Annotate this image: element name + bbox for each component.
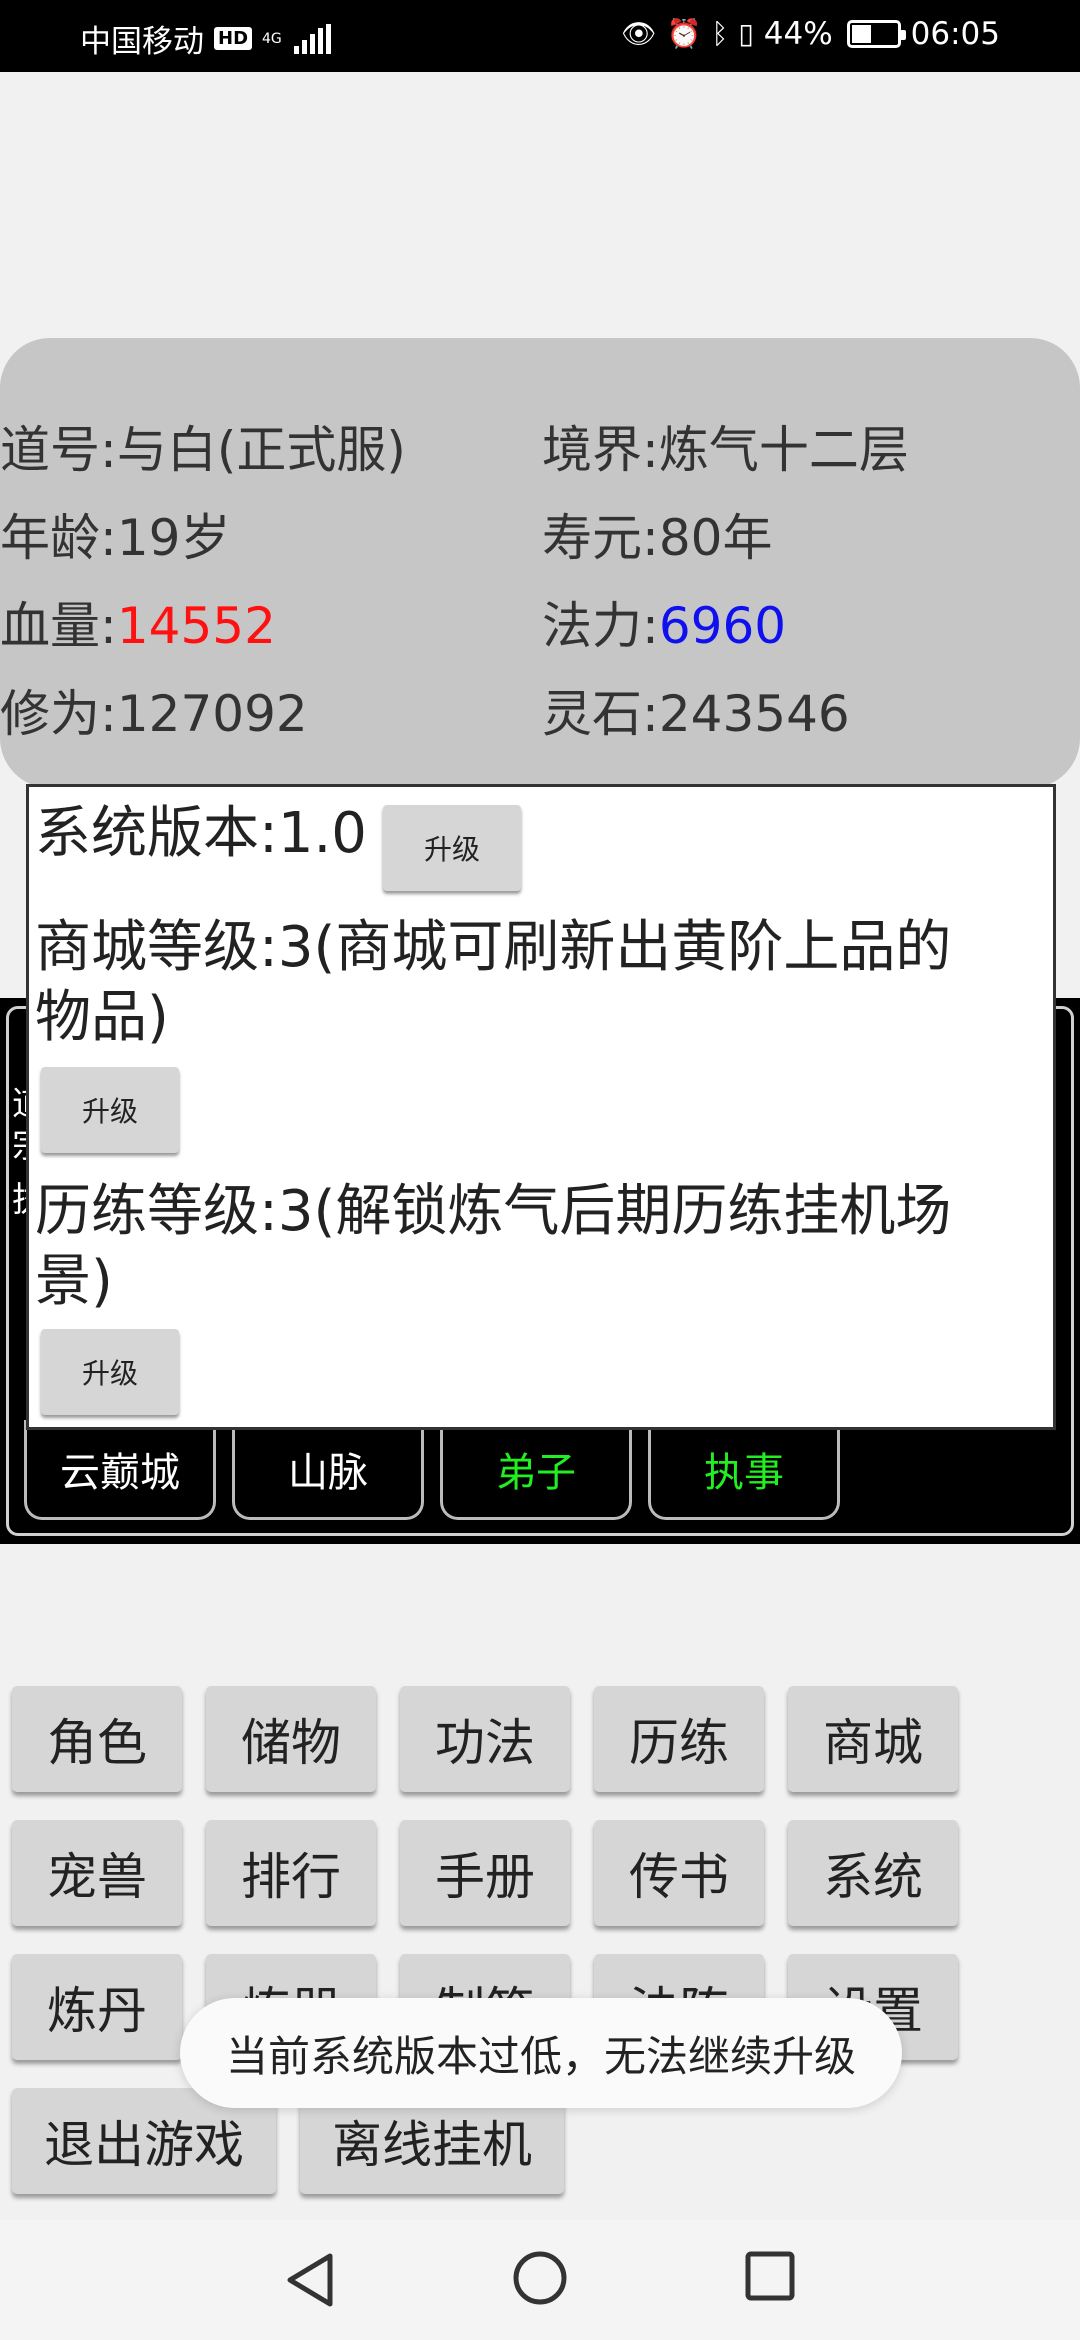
menu-manual-button[interactable]: 手册 [400,1820,570,1926]
lifespan: 寿元:80年 [542,509,773,567]
mana-stat: 法力:6960 [542,586,786,658]
menu-pets-button[interactable]: 宠兽 [12,1820,182,1926]
battery-fill [851,25,871,43]
battery-icon [846,20,906,48]
bluetooth-icon: ᛒ [711,17,729,50]
tab-stewards[interactable]: 执事 [648,1420,840,1520]
cultivation: 修为:127092 [0,685,308,743]
menu-system-button[interactable]: 系统 [788,1820,958,1926]
menu-storage-button[interactable]: 储物 [206,1686,376,1792]
menu-character-button[interactable]: 角色 [12,1686,182,1792]
signal-icon [293,23,331,54]
spirit-stones: 灵石:243546 [542,685,850,743]
battery-percent: 44% [763,16,833,52]
status-right: 👁 ⏰ ᛒ ▯ 44% 06:05 [621,16,1000,52]
clock: 06:05 [910,16,1000,52]
hd-badge: HD [214,27,253,50]
system-version: 系统版本:1.0 [35,801,367,866]
character-stats-panel: 道号:与白(正式服) 境界:炼气十二层 年龄:19岁 寿元:80年 血量:145… [0,338,1080,788]
status-left: 中国移动 HD 4G [80,16,331,61]
realm: 境界:炼气十二层 [542,421,909,479]
recents-icon[interactable] [744,2250,796,2302]
menu-alchemy-button[interactable]: 炼丹 [12,1954,182,2060]
shop-level-line1: 商城等级:3(商城可刷新出黄阶上品的 [35,915,952,980]
vibrate-icon: ▯ [738,17,754,50]
navigation-bar [0,2220,1080,2340]
training-level-line1: 历练等级:3(解锁炼气后期历练挂机场 [35,1179,952,1244]
hp-stat: 血量:14552 [0,586,276,658]
tab-yundian-city[interactable]: 云巅城 [24,1420,216,1520]
hp-value: 14552 [116,597,276,655]
mana-label: 法力: [542,597,659,655]
tab-mountains[interactable]: 山脉 [232,1420,424,1520]
hp-label: 血量: [0,597,117,655]
upgrade-system-button[interactable]: 升级 [383,805,521,891]
menu-ranking-button[interactable]: 排行 [206,1820,376,1926]
status-bar: 中国移动 HD 4G 👁 ⏰ ᛒ ▯ 44% 06:05 [0,0,1080,72]
carrier-name: 中国移动 [80,24,204,60]
menu-skills-button[interactable]: 功法 [400,1686,570,1792]
shop-level-line2: 物品) [35,985,169,1050]
menu-training-button[interactable]: 历练 [594,1686,764,1792]
system-upgrade-dialog: 系统版本:1.0 升级 商城等级:3(商城可刷新出黄阶上品的 物品) 升级 历练… [26,784,1056,1430]
toast-message: 当前系统版本过低，无法继续升级 [180,1998,902,2108]
age: 年龄:19岁 [0,509,231,567]
menu-messages-button[interactable]: 传书 [594,1820,764,1926]
menu-shop-button[interactable]: 商城 [788,1686,958,1792]
upgrade-shop-button[interactable]: 升级 [41,1067,179,1153]
tab-disciples[interactable]: 弟子 [440,1420,632,1520]
eye-icon: 👁 [621,17,657,50]
network-type: 4G [262,30,282,47]
upgrade-training-button[interactable]: 升级 [41,1329,179,1415]
mana-value: 6960 [658,597,787,655]
training-level-line2: 景) [35,1249,113,1314]
dao-name: 道号:与白(正式服) [0,421,406,479]
back-icon[interactable] [284,2250,336,2310]
alarm-icon: ⏰ [666,17,702,50]
home-icon[interactable] [512,2250,568,2306]
